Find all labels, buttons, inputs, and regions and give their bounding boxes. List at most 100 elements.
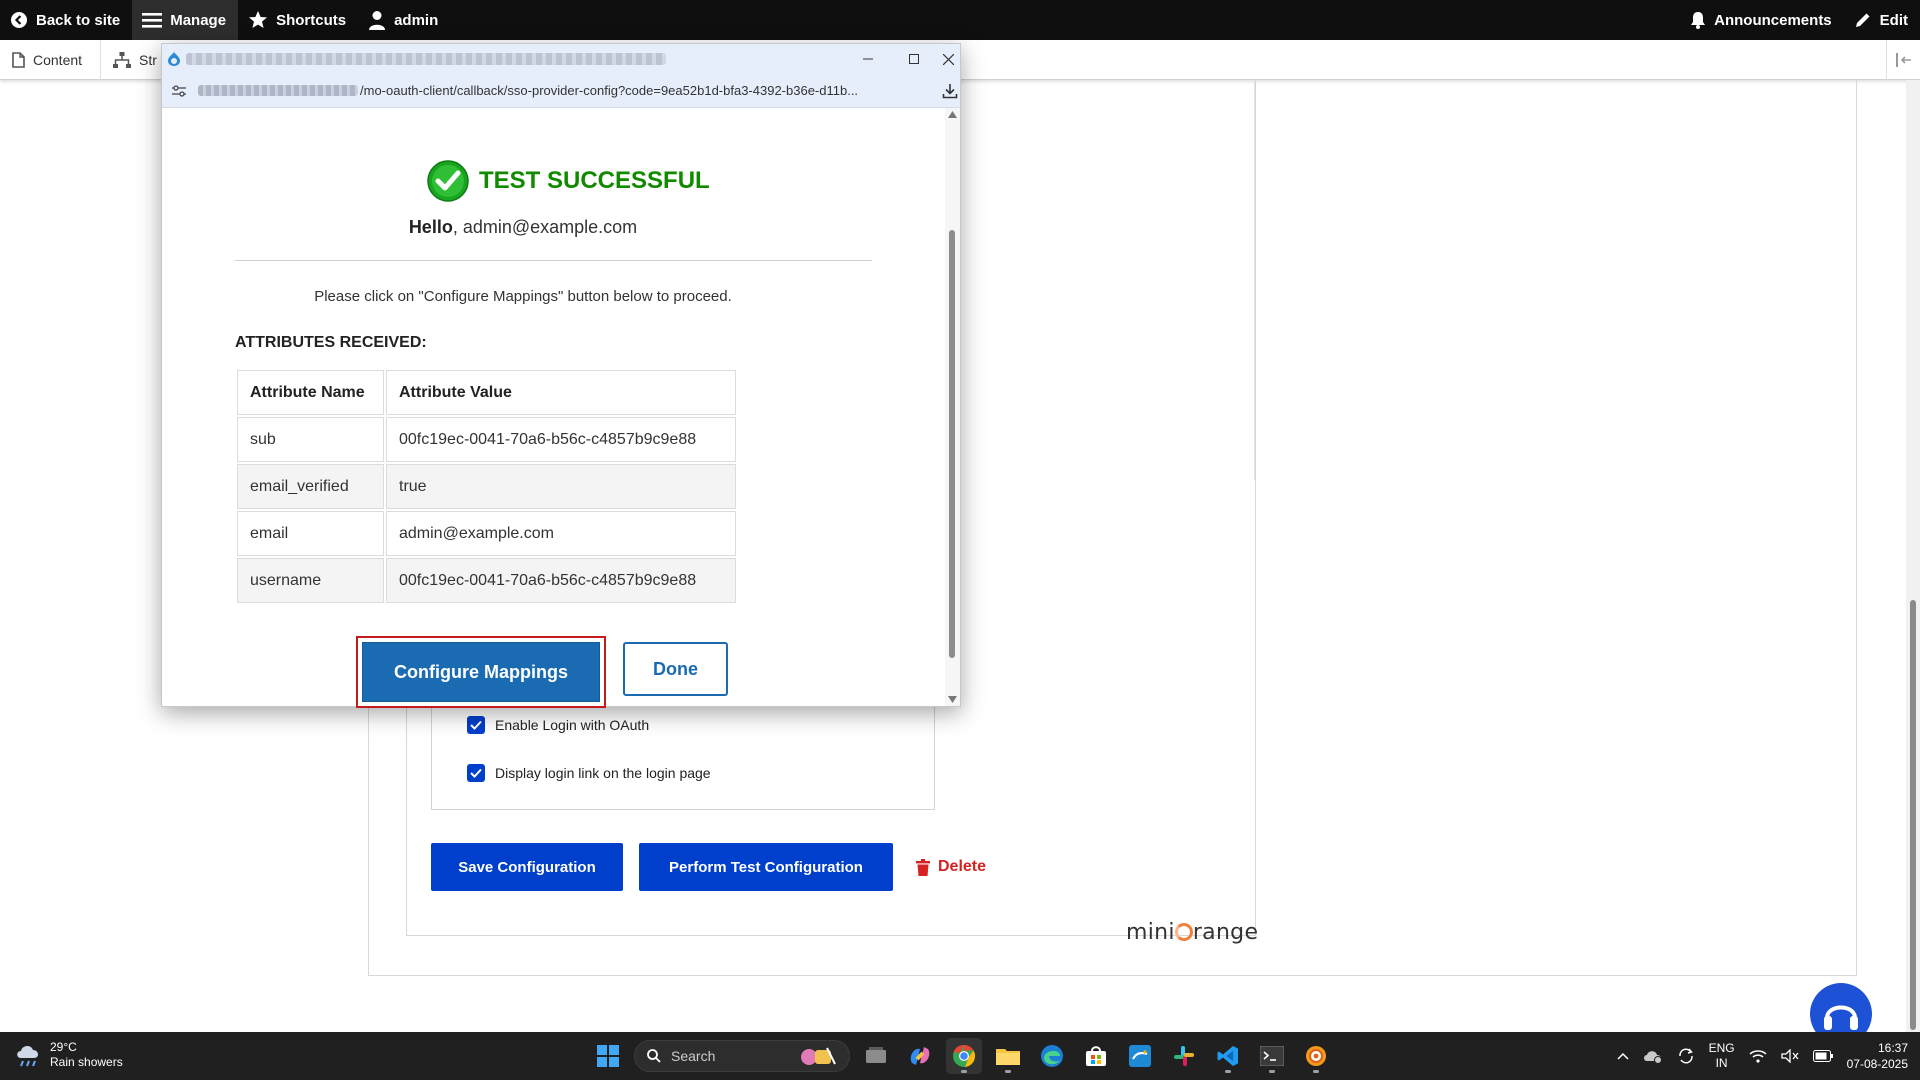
admin-toolbar: Back to site Manage Shortcuts admin Anno… <box>0 0 1920 40</box>
taskbar-search[interactable]: Search <box>634 1040 850 1072</box>
xampp-taskbar-app[interactable] <box>1298 1038 1334 1074</box>
tray-structure-label: Str <box>139 51 157 68</box>
done-button[interactable]: Done <box>623 642 728 696</box>
divider <box>235 260 872 261</box>
announcements-tab[interactable]: Announcements <box>1680 0 1844 40</box>
edge-taskbar-app[interactable] <box>1034 1038 1070 1074</box>
taskbar-apps: Search <box>590 1032 1334 1080</box>
attribute-value-cell: 00fc19ec-0041-70a6-b56c-c4857b9c9e88 <box>386 558 736 603</box>
manage-label: Manage <box>170 11 227 29</box>
minimize-button[interactable] <box>845 44 891 74</box>
onedrive-icon[interactable] <box>1643 1048 1663 1064</box>
oauth-test-popup-window: /mo-oauth-client/callback/sso-provider-c… <box>161 43 961 708</box>
popup-content: TEST SUCCESSFUL Hello, admin@example.com… <box>162 108 945 708</box>
chrome-icon <box>953 1044 976 1067</box>
search-icon <box>647 1049 661 1063</box>
popup-scrollbar[interactable] <box>945 108 960 706</box>
display-login-link-row[interactable]: Display login link on the login page <box>467 764 711 782</box>
edit-tab[interactable]: Edit <box>1844 0 1920 40</box>
copilot-button[interactable] <box>902 1038 938 1074</box>
file-explorer-taskbar-app[interactable] <box>990 1038 1026 1074</box>
close-button[interactable] <box>937 44 960 74</box>
wifi-icon[interactable] <box>1749 1049 1767 1063</box>
attributes-heading: ATTRIBUTES RECEIVED: <box>235 334 427 351</box>
chrome-taskbar-app[interactable] <box>946 1038 982 1074</box>
cloud-rain-icon <box>17 1045 39 1067</box>
sync-icon[interactable] <box>1677 1047 1695 1065</box>
enable-login-checkbox[interactable] <box>467 716 485 734</box>
page-scrollbar[interactable] <box>1906 80 1920 1032</box>
shortcuts-tab[interactable]: Shortcuts <box>238 0 358 40</box>
clock-date: 07-08-2025 <box>1846 1057 1908 1071</box>
download-icon[interactable] <box>942 83 958 99</box>
attributes-table: Attribute Name Attribute Value sub 00fc1… <box>235 368 738 605</box>
attribute-name-cell: sub <box>237 417 384 462</box>
tray-orientation-toggle[interactable] <box>1886 39 1920 80</box>
volume-muted-icon[interactable] <box>1780 1049 1799 1063</box>
scroll-up-arrow-icon[interactable] <box>948 111 957 118</box>
display-login-link-label: Display login link on the login page <box>495 765 711 781</box>
perform-test-configuration-button[interactable]: Perform Test Configuration <box>639 843 893 891</box>
chevron-up-icon[interactable] <box>1617 1052 1629 1060</box>
folder-icon <box>996 1049 1020 1065</box>
vscode-taskbar-app[interactable] <box>1210 1038 1246 1074</box>
enable-login-row[interactable]: Enable Login with OAuth <box>467 716 649 734</box>
table-row: username 00fc19ec-0041-70a6-b56c-c4857b9… <box>237 558 736 603</box>
display-login-link-checkbox[interactable] <box>467 764 485 782</box>
popup-title-redacted <box>186 53 666 65</box>
windows-logo-icon <box>597 1045 619 1067</box>
column-header-attribute-value: Attribute Value <box>386 370 736 415</box>
close-icon <box>943 53 954 65</box>
language-indicator[interactable]: ENG IN <box>1709 1041 1735 1071</box>
popup-address-bar[interactable]: /mo-oauth-client/callback/sso-provider-c… <box>162 74 960 108</box>
battery-icon[interactable] <box>1812 1050 1833 1062</box>
page-scrollbar-thumb[interactable] <box>1910 600 1916 1030</box>
hello-email: , admin@example.com <box>452 217 638 237</box>
sitemap-icon <box>113 51 132 68</box>
success-title: TEST SUCCESSFUL <box>479 167 710 194</box>
weather-widget[interactable]: 29°C Rain showers <box>14 1040 123 1070</box>
task-view-icon <box>866 1047 886 1063</box>
slack-taskbar-app[interactable] <box>1166 1038 1202 1074</box>
configure-mappings-button[interactable]: Configure Mappings <box>362 642 600 702</box>
popup-scrollbar-thumb[interactable] <box>949 230 955 658</box>
clock-time: 16:37 <box>1877 1041 1908 1055</box>
table-row: email admin@example.com <box>237 511 736 556</box>
hamburger-icon <box>142 13 163 28</box>
logo-o-mark <box>1174 923 1193 941</box>
terminal-taskbar-app[interactable] <box>1254 1038 1290 1074</box>
user-label: admin <box>394 11 439 29</box>
clock[interactable]: 16:37 07-08-2025 <box>1847 1040 1908 1072</box>
save-configuration-button[interactable]: Save Configuration <box>431 843 623 891</box>
document-icon <box>12 51 25 68</box>
site-settings-icon[interactable] <box>172 84 186 97</box>
pencil-icon <box>1855 13 1870 27</box>
user-tab[interactable]: admin <box>358 0 450 40</box>
maximize-button[interactable] <box>891 44 937 74</box>
hello-label: Hello <box>408 217 453 237</box>
delete-button[interactable]: Delete <box>916 855 986 879</box>
edit-label: Edit <box>1879 11 1908 29</box>
url-path: /mo-oauth-client/callback/sso-provider-c… <box>360 83 859 98</box>
table-header-row: Attribute Name Attribute Value <box>237 370 736 415</box>
success-header: TEST SUCCESSFUL <box>427 160 710 202</box>
trash-icon <box>916 858 930 876</box>
tray-item-content[interactable]: Content <box>0 39 102 80</box>
drupal-favicon-icon <box>168 52 180 66</box>
enable-login-label: Enable Login with OAuth <box>495 717 650 733</box>
weather-temperature: 29°C <box>50 1040 77 1054</box>
edge-icon <box>1041 1045 1063 1067</box>
search-placeholder: Search <box>671 1048 716 1064</box>
back-to-site-label: Back to site <box>36 11 121 29</box>
headset-icon <box>1824 1005 1858 1030</box>
task-view-button[interactable] <box>858 1038 894 1074</box>
logo-text-end: range <box>1192 920 1259 945</box>
store-taskbar-app[interactable] <box>1078 1038 1114 1074</box>
mysql-workbench-taskbar-app[interactable] <box>1122 1038 1158 1074</box>
scroll-down-arrow-icon[interactable] <box>948 696 957 703</box>
manage-tab[interactable]: Manage <box>132 0 239 40</box>
back-to-site-link[interactable]: Back to site <box>0 0 132 40</box>
maximize-icon <box>909 54 919 64</box>
start-button[interactable] <box>590 1038 626 1074</box>
back-arrow-icon <box>11 12 27 28</box>
